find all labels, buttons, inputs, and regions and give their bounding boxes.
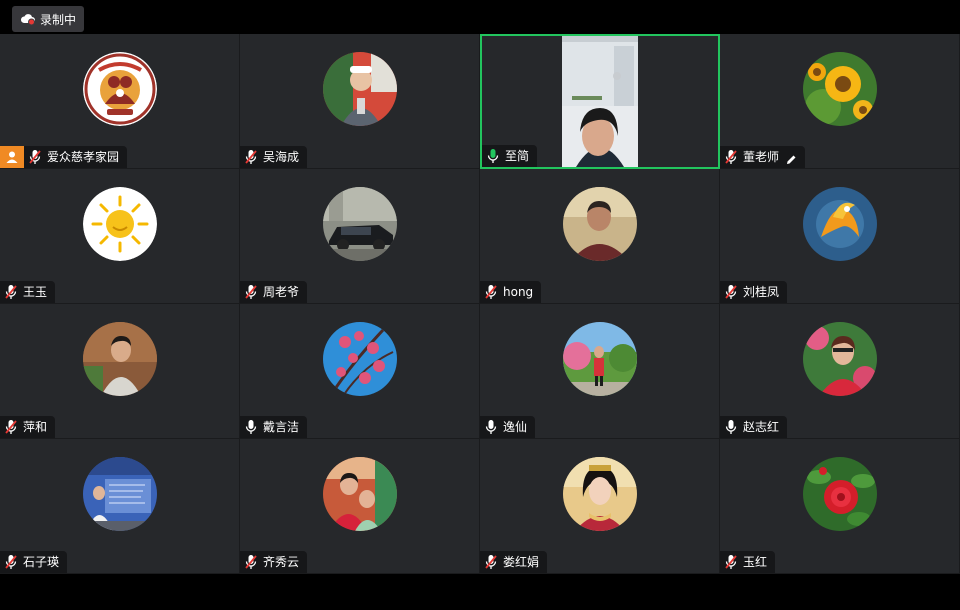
- avatar: [82, 187, 157, 261]
- mic-muted-icon[interactable]: [28, 149, 42, 165]
- participant-nametag: 逸仙: [480, 416, 536, 438]
- avatar: [82, 322, 157, 396]
- participant-nametag: 爱众慈孝家园: [24, 146, 128, 168]
- participant-nametag: 董老师: [720, 146, 806, 168]
- avatar: [562, 457, 637, 531]
- participant-name: 石子瑛: [23, 555, 60, 569]
- participant-tile[interactable]: 玉红: [720, 439, 960, 574]
- avatar: [802, 322, 877, 396]
- pencil-icon[interactable]: [785, 151, 797, 164]
- participant-name: 玉红: [743, 555, 768, 569]
- cloud-record-icon: [20, 14, 35, 26]
- participant-name: 逸仙: [503, 420, 528, 434]
- avatar: [802, 187, 877, 261]
- participant-nametag: 玉红: [720, 551, 776, 573]
- participant-name: 戴言洁: [263, 420, 300, 434]
- participant-name: 董老师: [743, 150, 780, 164]
- avatar: [322, 322, 397, 396]
- participant-name: 至简: [505, 149, 530, 163]
- recording-label: 录制中: [40, 12, 77, 27]
- host-badge: [0, 146, 24, 168]
- avatar: [82, 457, 157, 531]
- mic-muted-icon[interactable]: [244, 149, 258, 165]
- mic-muted-icon[interactable]: [484, 554, 498, 570]
- participant-tile[interactable]: 董老师: [720, 34, 960, 169]
- mic-icon[interactable]: [244, 419, 258, 435]
- person-icon: [6, 151, 18, 163]
- mic-icon[interactable]: [724, 419, 738, 435]
- top-bar: [0, 0, 960, 34]
- participant-name: 齐秀云: [263, 555, 300, 569]
- participant-nametag: 吴海成: [240, 146, 308, 168]
- mic-icon[interactable]: [484, 419, 498, 435]
- participant-tile[interactable]: 萍和: [0, 304, 240, 439]
- mic-muted-icon[interactable]: [244, 554, 258, 570]
- participant-name: 刘桂凤: [743, 285, 780, 299]
- participant-nametag: 萍和: [0, 416, 56, 438]
- mic-muted-icon[interactable]: [4, 419, 18, 435]
- mic-muted-icon[interactable]: [724, 554, 738, 570]
- participant-name: 周老爷: [263, 285, 300, 299]
- mic-muted-icon[interactable]: [484, 284, 498, 300]
- participant-name: 赵志红: [743, 420, 780, 434]
- participant-name: 萍和: [23, 420, 48, 434]
- participant-name: 吴海成: [263, 150, 300, 164]
- avatar: [562, 322, 637, 396]
- participant-name: 娄红娟: [503, 555, 540, 569]
- participant-tile[interactable]: 吴海成: [240, 34, 480, 169]
- participant-video: [562, 36, 638, 167]
- mic-muted-icon[interactable]: [724, 149, 738, 165]
- bottom-bar: [0, 576, 960, 610]
- avatar: [802, 52, 877, 126]
- participant-tile[interactable]: 戴言洁: [240, 304, 480, 439]
- mic-muted-icon[interactable]: [4, 554, 18, 570]
- participant-nametag: 戴言洁: [240, 416, 308, 438]
- participant-tile[interactable]: 周老爷: [240, 169, 480, 304]
- participant-name: 爱众慈孝家园: [47, 150, 120, 164]
- participant-grid: 爱众慈孝家园 吴海成 至简 董老师 王玉 周老爷 hong 刘桂凤 萍和 戴言洁…: [0, 34, 960, 576]
- participant-tile[interactable]: 爱众慈孝家园: [0, 34, 240, 169]
- participant-nametag: 齐秀云: [240, 551, 308, 573]
- mic-active-icon[interactable]: [486, 148, 500, 164]
- participant-tile[interactable]: 王玉: [0, 169, 240, 304]
- participant-tile[interactable]: 刘桂凤: [720, 169, 960, 304]
- participant-name: hong: [503, 285, 534, 299]
- participant-tile[interactable]: 赵志红: [720, 304, 960, 439]
- participant-nametag: 石子瑛: [0, 551, 68, 573]
- participant-nametag: 王玉: [0, 281, 56, 303]
- mic-muted-icon[interactable]: [4, 284, 18, 300]
- participant-name: 王玉: [23, 285, 48, 299]
- participant-tile[interactable]: 齐秀云: [240, 439, 480, 574]
- mic-muted-icon[interactable]: [244, 284, 258, 300]
- avatar: [562, 187, 637, 261]
- participant-tile[interactable]: hong: [480, 169, 720, 304]
- participant-nametag: 至简: [482, 145, 538, 167]
- avatar: [802, 457, 877, 531]
- participant-nametag: 刘桂凤: [720, 281, 788, 303]
- participant-nametag: 娄红娟: [480, 551, 548, 573]
- participant-tile[interactable]: 逸仙: [480, 304, 720, 439]
- participant-tile[interactable]: 石子瑛: [0, 439, 240, 574]
- avatar: [322, 187, 397, 261]
- avatar: [322, 52, 397, 126]
- recording-indicator[interactable]: 录制中: [12, 6, 85, 32]
- participant-nametag: 周老爷: [240, 281, 308, 303]
- participant-nametag: 赵志红: [720, 416, 788, 438]
- participant-tile[interactable]: 至简: [480, 34, 720, 169]
- participant-nametag: hong: [480, 281, 542, 303]
- avatar: [82, 52, 157, 126]
- mic-muted-icon[interactable]: [724, 284, 738, 300]
- avatar: [322, 457, 397, 531]
- participant-tile[interactable]: 娄红娟: [480, 439, 720, 574]
